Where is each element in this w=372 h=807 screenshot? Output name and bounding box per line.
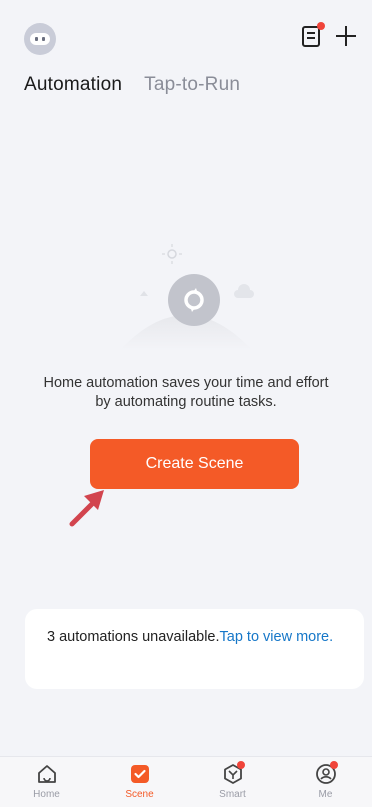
- plus-icon: [336, 26, 356, 46]
- tab-tap-to-run[interactable]: Tap-to-Run: [144, 74, 240, 96]
- smart-badge: [236, 761, 245, 769]
- nav-label-home: Home: [33, 789, 60, 800]
- top-bar: [0, 0, 372, 70]
- nav-scene[interactable]: Scene: [93, 757, 186, 807]
- robot-face-icon: [30, 33, 50, 45]
- add-button[interactable]: [332, 22, 360, 50]
- view-more-link[interactable]: Tap to view more.: [220, 629, 334, 645]
- empty-state-description: Home automation saves your time and effo…: [43, 375, 329, 410]
- notification-badge: [317, 22, 325, 30]
- create-scene-button[interactable]: Create Scene: [90, 439, 299, 489]
- scene-tabs: Automation Tap-to-Run: [24, 74, 240, 96]
- notice-text: 3 automations unavailable.: [47, 629, 220, 645]
- home-avatar-icon[interactable]: [24, 23, 56, 55]
- nav-home[interactable]: Home: [0, 757, 93, 807]
- nav-label-scene: Scene: [125, 789, 154, 800]
- nav-me[interactable]: Me: [279, 757, 372, 807]
- profile-icon: [315, 761, 338, 785]
- bottom-navigation: Home Scene Smart Me: [0, 756, 372, 807]
- scene-icon: [130, 765, 149, 783]
- nav-label-me: Me: [318, 789, 333, 800]
- message-center-button[interactable]: [300, 22, 326, 50]
- nav-label-smart: Smart: [219, 789, 246, 800]
- pointer-arrow-icon: [69, 490, 104, 527]
- smart-icon: [222, 761, 245, 785]
- nav-smart[interactable]: Smart: [186, 757, 279, 807]
- tab-automation[interactable]: Automation: [24, 74, 122, 96]
- me-badge: [329, 761, 338, 769]
- home-icon: [37, 765, 56, 783]
- unavailable-notice-card[interactable]: 3 automations unavailable.Tap to view mo…: [25, 609, 364, 689]
- automation-illustration: [100, 240, 272, 356]
